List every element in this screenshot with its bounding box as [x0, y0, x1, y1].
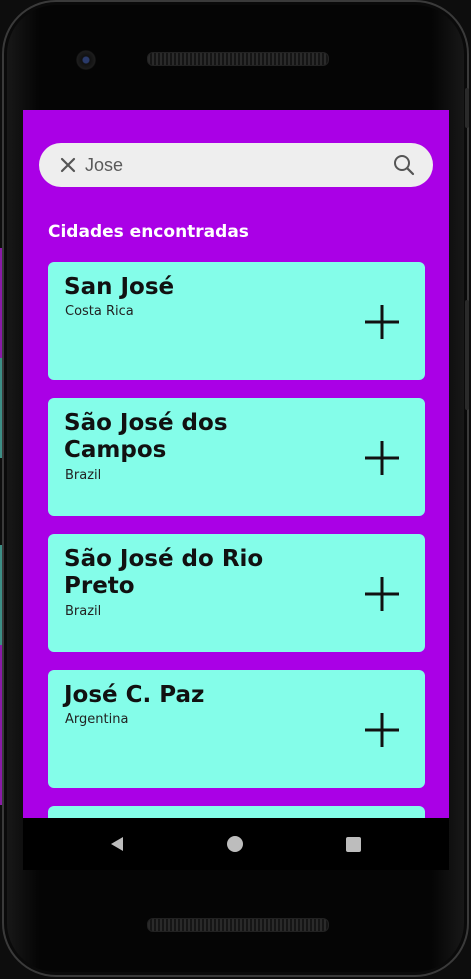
city-country: Brazil — [65, 604, 102, 619]
search-bar[interactable]: Jose — [39, 143, 433, 187]
search-icon[interactable] — [392, 153, 416, 177]
power-button — [465, 88, 469, 128]
top-speaker — [147, 52, 329, 66]
city-country: Brazil — [65, 468, 102, 483]
city-card[interactable]: José C. Paz Argentina — [48, 670, 425, 788]
add-city-plus-icon[interactable] — [365, 577, 399, 611]
app-screen: Jose Cidades encontradas San José Costa … — [23, 110, 449, 818]
bottom-speaker — [147, 918, 329, 932]
city-name: José C. Paz — [64, 682, 205, 708]
triangle-back-icon[interactable] — [109, 836, 125, 852]
search-input[interactable]: Jose — [85, 143, 123, 187]
add-city-plus-icon[interactable] — [365, 441, 399, 475]
square-recents-icon[interactable] — [346, 837, 361, 852]
city-card[interactable]: São José do Rio Preto Brazil — [48, 534, 425, 652]
close-icon[interactable] — [58, 155, 78, 175]
front-camera — [76, 50, 96, 70]
city-name: San José — [64, 274, 175, 300]
add-city-plus-icon[interactable] — [365, 305, 399, 339]
circle-home-icon[interactable] — [227, 836, 243, 852]
volume-button — [465, 300, 469, 410]
city-country: Argentina — [65, 712, 129, 727]
section-title: Cidades encontradas — [48, 222, 249, 242]
city-name: São José dos Campos — [64, 410, 228, 463]
city-name: São José do Rio Preto — [64, 546, 264, 599]
city-country: Costa Rica — [65, 304, 134, 319]
add-city-plus-icon[interactable] — [365, 713, 399, 747]
city-card[interactable]: San José Costa Rica — [48, 262, 425, 380]
android-navigation-bar — [23, 818, 449, 870]
city-card[interactable]: São José dos Campos Brazil — [48, 398, 425, 516]
city-card-partial[interactable] — [48, 806, 425, 818]
